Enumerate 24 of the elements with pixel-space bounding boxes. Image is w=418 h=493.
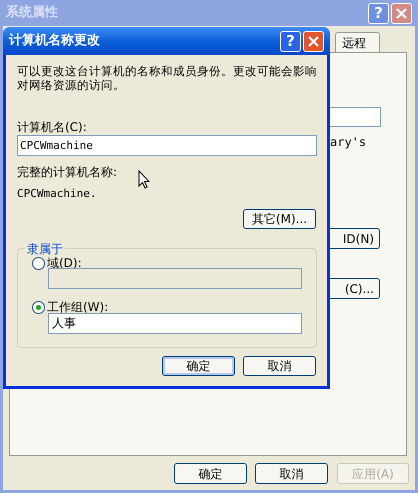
workgroup-field[interactable]: 人事 [48, 313, 302, 334]
close-icon [396, 8, 407, 18]
text-fragment: ary's [330, 134, 366, 151]
ok-button[interactable]: 确定 [174, 463, 247, 484]
computer-name-field[interactable]: CPCWmachine [17, 135, 317, 156]
dialog-title: 计算机名称更改 [9, 32, 100, 50]
window-title: 系统属性 [6, 4, 58, 22]
full-name-label: 完整的计算机名称: [17, 164, 118, 181]
description: 可以更改这台计算机的名称和成员身份。更改可能会影响对网络资源的访问。 [17, 64, 317, 92]
group-legend: 隶属于 [25, 240, 65, 258]
more-button[interactable]: 其它(M)... [243, 209, 316, 229]
radio-label: 工作组(W): [47, 299, 108, 316]
cancel-button[interactable]: 取消 [255, 463, 328, 484]
cursor-icon [138, 170, 150, 189]
full-name-value: CPCWmachine. [17, 186, 96, 202]
close-icon [308, 36, 319, 46]
close-button[interactable] [391, 2, 412, 24]
help-button[interactable]: ? [280, 30, 301, 52]
computer-name-label: 计算机名(C): [17, 119, 87, 136]
radio-label: 域(D): [47, 255, 82, 272]
cancel-button[interactable]: 取消 [243, 356, 316, 376]
tab[interactable]: 远程 [335, 32, 380, 53]
ok-button[interactable]: 确定 [162, 356, 235, 376]
close-button[interactable] [303, 30, 324, 52]
